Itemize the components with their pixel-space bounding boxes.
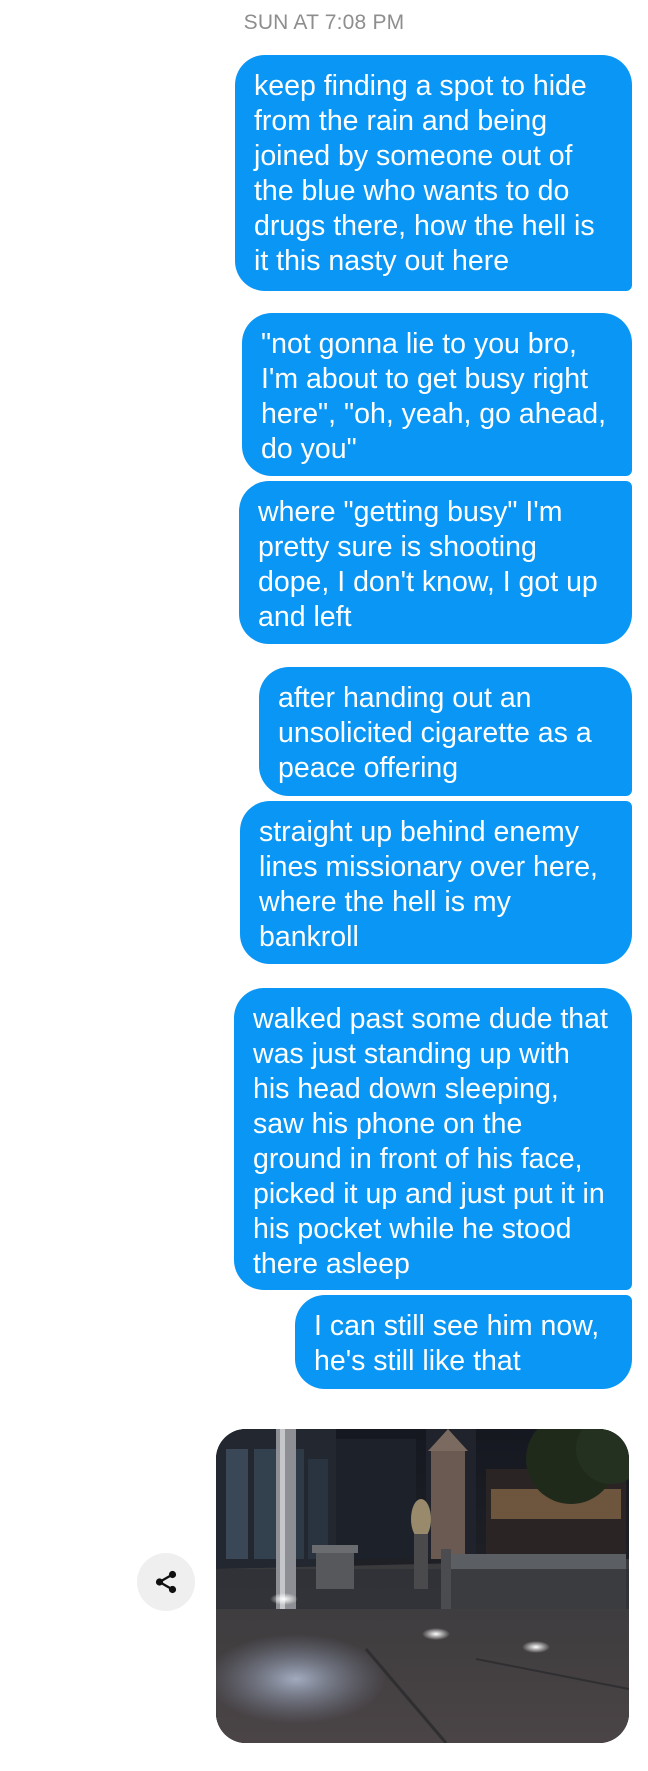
night-street-photo — [216, 1429, 629, 1743]
message-bubble[interactable]: I can still see him now, he's still like… — [295, 1295, 632, 1389]
message-bubble[interactable]: walked past some dude that was just stan… — [234, 988, 632, 1290]
message-bubble[interactable]: straight up behind enemy lines missionar… — [240, 801, 632, 964]
photo-attachment[interactable] — [216, 1429, 629, 1743]
message-text: keep finding a spot to hide from the rai… — [254, 70, 595, 277]
message-text: straight up behind enemy lines missionar… — [259, 816, 598, 953]
message-text: "not gonna lie to you bro, I'm about to … — [261, 328, 607, 465]
thread-timestamp: SUN AT 7:08 PM — [243, 11, 405, 34]
message-text: where "getting busy" I'm pretty sure is … — [258, 496, 598, 633]
message-bubble[interactable]: where "getting busy" I'm pretty sure is … — [239, 481, 632, 644]
share-icon — [155, 1570, 177, 1594]
share-button[interactable] — [137, 1553, 195, 1611]
message-bubble[interactable]: after handing out an unsolicited cigaret… — [259, 667, 632, 796]
message-bubble[interactable]: "not gonna lie to you bro, I'm about to … — [242, 313, 632, 476]
message-bubble[interactable]: keep finding a spot to hide from the rai… — [235, 55, 632, 291]
message-text: after handing out an unsolicited cigaret… — [278, 682, 592, 784]
message-text: I can still see him now, he's still like… — [314, 1310, 600, 1377]
message-text: walked past some dude that was just stan… — [253, 1003, 608, 1280]
